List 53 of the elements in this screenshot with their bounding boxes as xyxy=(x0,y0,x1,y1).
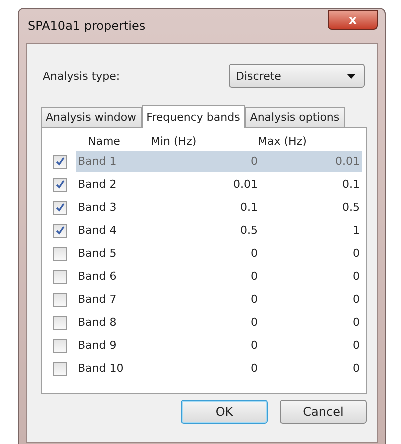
table-cell-text: 0 xyxy=(352,362,361,375)
table-cell-text: Band 6 xyxy=(77,270,118,283)
table-cell-text: 0 xyxy=(352,339,361,352)
checkbox[interactable] xyxy=(53,178,67,192)
table-cell-text: 1 xyxy=(352,224,361,237)
table-cell-text: 0.01 xyxy=(232,178,258,191)
caret-icon xyxy=(347,74,356,78)
table-cell-text: Band 7 xyxy=(77,293,118,306)
table-cell-text: 0 xyxy=(250,316,258,329)
checkbox[interactable] xyxy=(53,292,67,306)
checkbox[interactable] xyxy=(53,338,67,352)
table-cell-text: 0 xyxy=(352,316,361,329)
checkbox[interactable] xyxy=(53,246,67,260)
table-cell-text: Band 5 xyxy=(77,247,118,260)
window-title: SPA10a1 properties xyxy=(27,19,146,33)
checkbox[interactable] xyxy=(53,316,67,330)
analysis-type-dropdown[interactable]: Discrete xyxy=(229,64,365,88)
table-cell-text: Band 2 xyxy=(77,178,118,191)
table-cell-text: Band 8 xyxy=(77,316,118,329)
cancel-button[interactable]: Cancel xyxy=(280,400,367,424)
table-cell-text: 0 xyxy=(250,155,258,168)
column-header: Max (Hz) xyxy=(258,134,308,148)
table-cell-text: 0.5 xyxy=(240,224,258,237)
analysis-type-label: Analysis type: xyxy=(43,70,120,82)
checkbox[interactable] xyxy=(53,362,67,376)
table-cell-text: Band 3 xyxy=(77,201,118,214)
checkbox[interactable] xyxy=(53,224,67,238)
table-cell-text: 0.1 xyxy=(342,178,361,191)
tab[interactable]: Analysis options xyxy=(245,107,345,127)
table-cell-text: Band 4 xyxy=(77,224,118,237)
table-cell-text: 0 xyxy=(352,270,361,283)
column-header: Min (Hz) xyxy=(150,134,198,148)
table-cell-text: 0 xyxy=(250,293,258,306)
tab[interactable]: Frequency bands xyxy=(142,105,246,128)
table-cell-text: 0 xyxy=(352,247,361,260)
table-cell-text: Band 1 xyxy=(77,155,118,168)
table-cell-text: Band 9 xyxy=(77,339,118,352)
table-cell-text: 0 xyxy=(352,293,361,306)
selected-row[interactable]: Band 1 0 0.01 xyxy=(76,151,362,172)
table-cell-text: 0.1 xyxy=(240,201,258,214)
table-cell-text: 0.5 xyxy=(342,201,361,214)
table-cell-text: Band 10 xyxy=(77,362,125,375)
table-cell-text: 0 xyxy=(250,270,258,283)
table-cell-text: 0 xyxy=(250,339,258,352)
column-header: Name xyxy=(87,134,122,148)
table-cell-text: 0 xyxy=(250,247,258,260)
table-cell-text: 0.01 xyxy=(334,155,361,168)
checkbox[interactable] xyxy=(53,200,67,214)
checkbox[interactable] xyxy=(53,154,67,168)
checkbox[interactable] xyxy=(53,270,67,284)
tab[interactable]: Analysis window xyxy=(41,107,142,127)
table-cell-text: 0 xyxy=(250,362,258,375)
ok-button[interactable]: OK xyxy=(181,400,268,424)
